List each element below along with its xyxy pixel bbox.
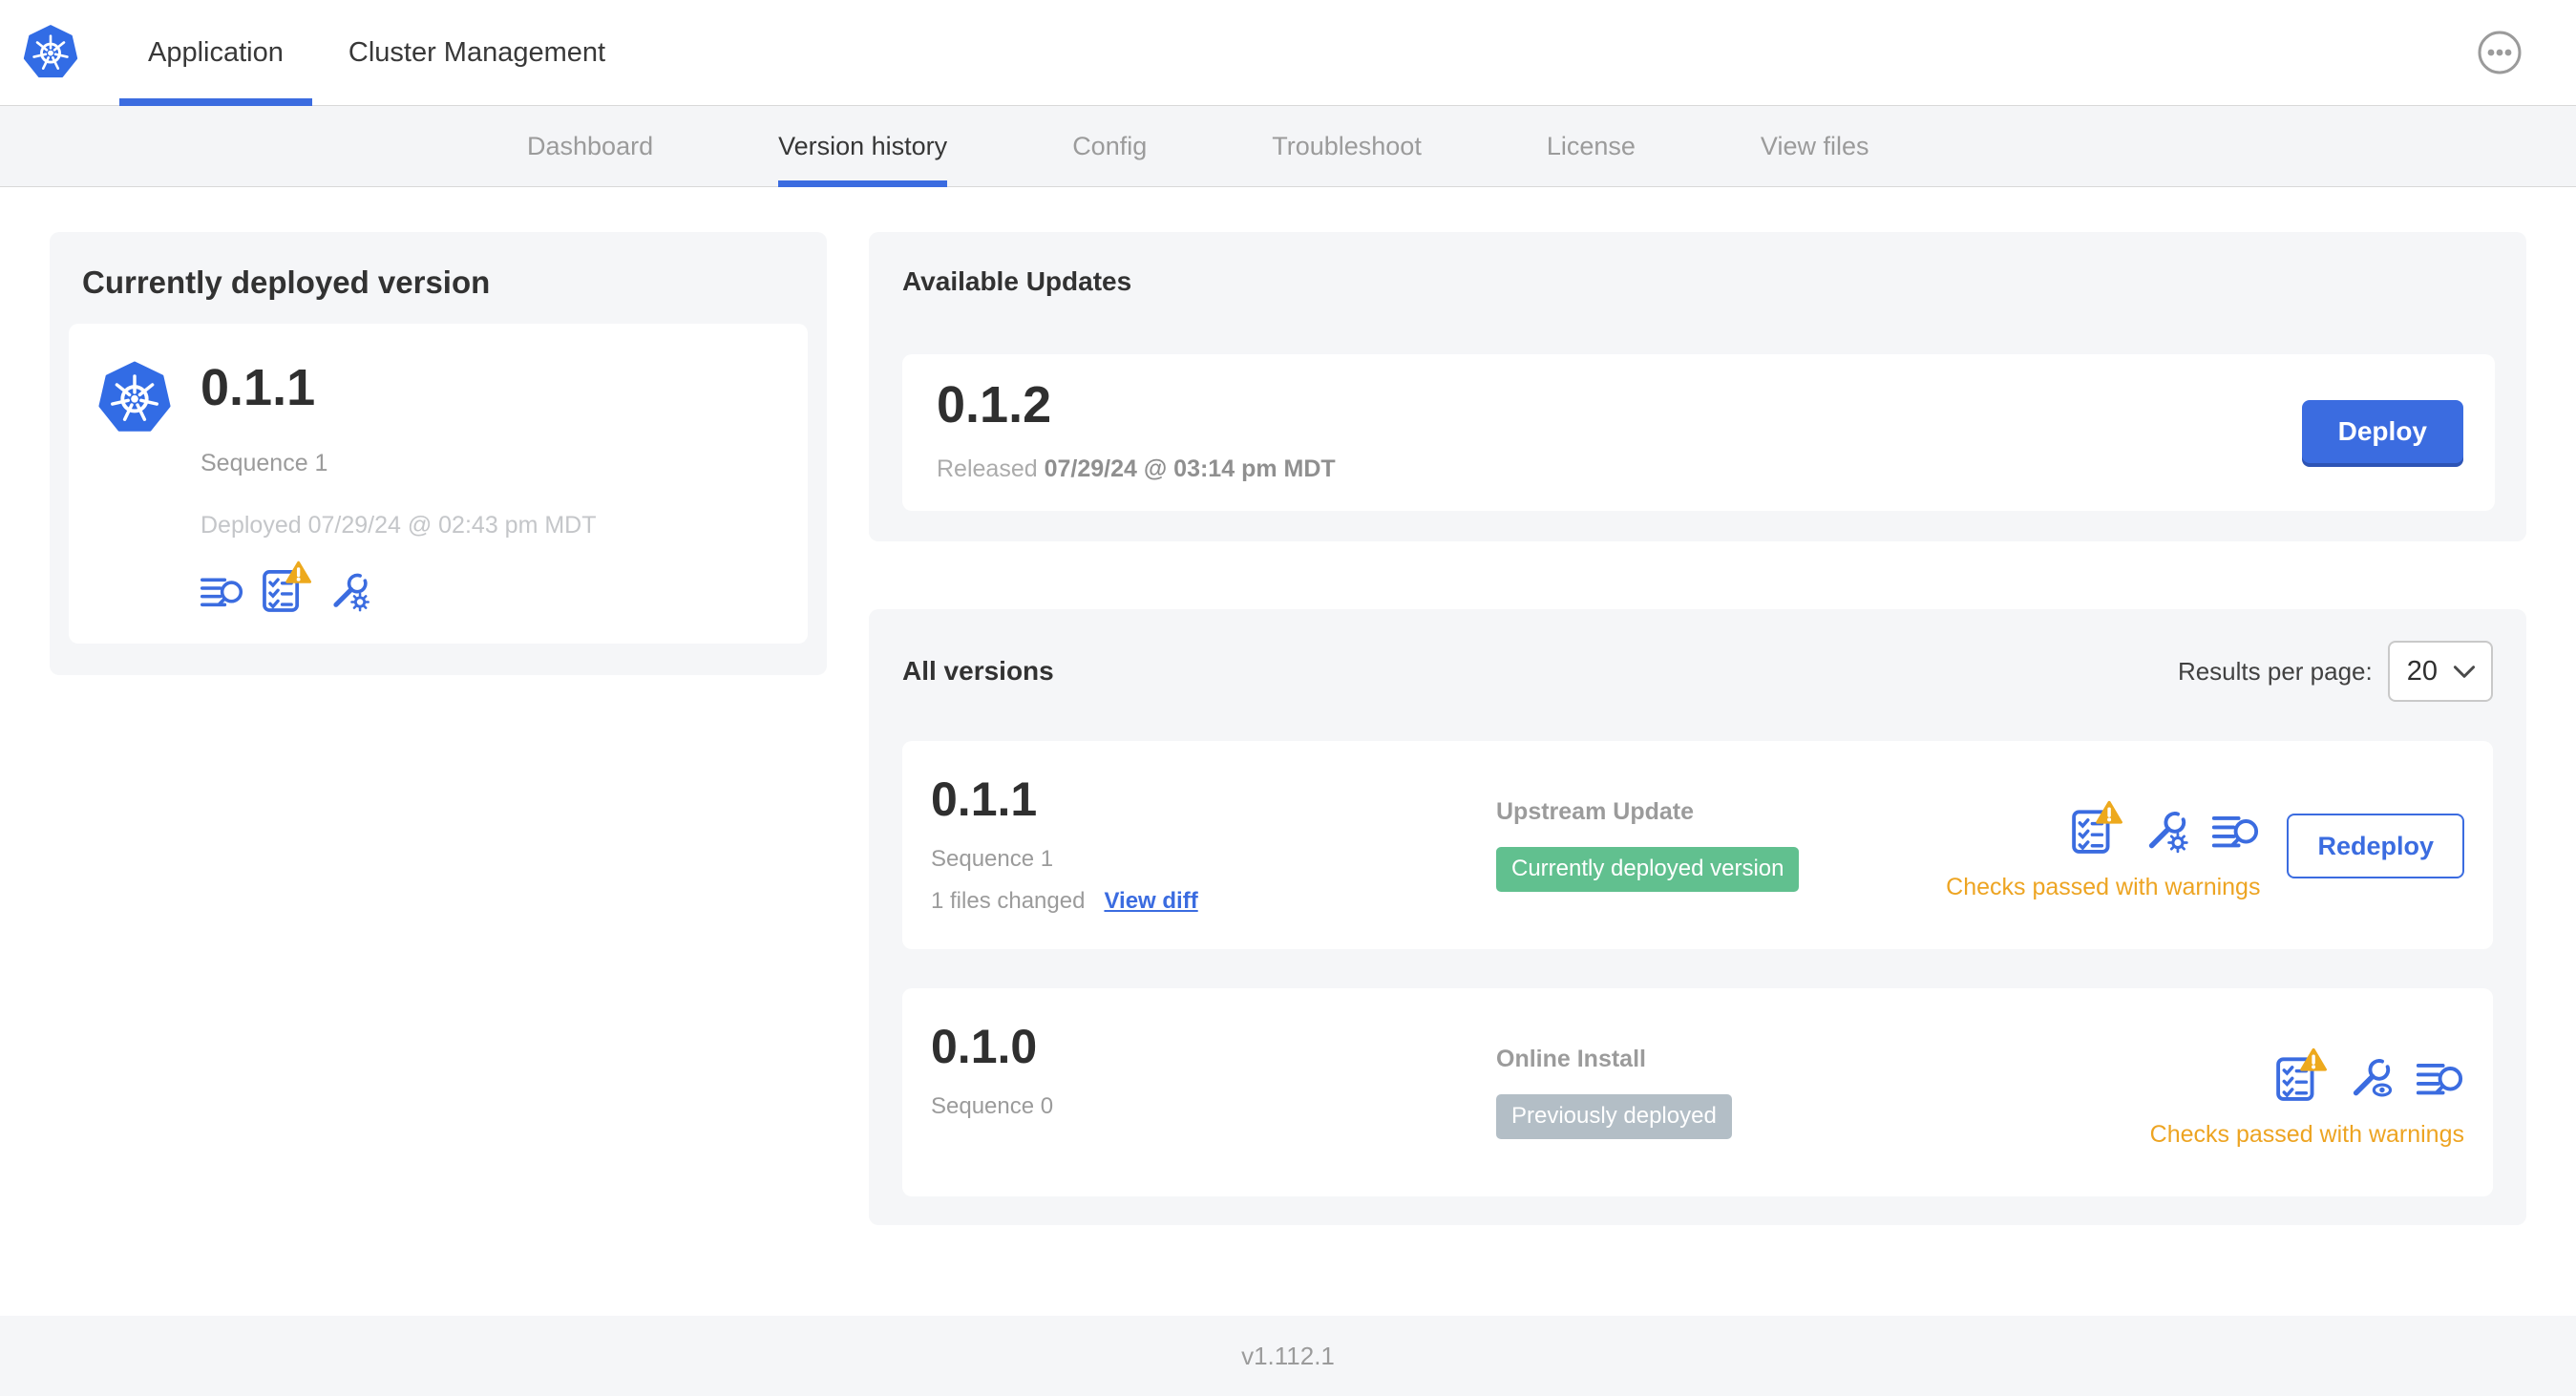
version-row-status: Checks passed with warnings — [2150, 1047, 2464, 1149]
row-version-number: 0.1.1 — [931, 772, 1038, 826]
tab-application-label: Application — [148, 36, 284, 68]
available-update-row: 0.1.2 Released 07/29/24 @ 03:14 pm MDT D… — [902, 354, 2495, 511]
view-diff-log-icon[interactable] — [2417, 1059, 2464, 1102]
source-label: Upstream Update — [1496, 798, 1694, 825]
source-label: Online Install — [1496, 1046, 1646, 1072]
currently-deployed-badge: Currently deployed version — [1496, 847, 1800, 892]
tab-config[interactable]: Config — [1072, 106, 1147, 186]
row-version-number: 0.1.0 — [931, 1020, 1038, 1073]
released-date: 07/29/24 @ 03:14 pm MDT — [1044, 455, 1336, 482]
tab-config-label: Config — [1072, 131, 1148, 160]
results-per-page-select[interactable]: 20 — [2387, 641, 2493, 702]
results-per-page-label: Results per page: — [2177, 656, 2373, 686]
tab-view-files[interactable]: View files — [1761, 106, 1869, 186]
results-per-page-value: 20 — [2406, 655, 2438, 687]
console-version: v1.112.1 — [1241, 1341, 1335, 1370]
tab-troubleshoot-label: Troubleshoot — [1272, 131, 1422, 160]
currently-deployed-version-card: 0.1.1 Sequence 1 Deployed 07/29/24 @ 02:… — [69, 324, 808, 644]
deploy-button[interactable]: Deploy — [2301, 399, 2463, 463]
tab-application[interactable]: Application — [119, 0, 312, 106]
version-row-icons — [2071, 800, 2260, 855]
tab-dashboard[interactable]: Dashboard — [527, 106, 653, 186]
tab-license[interactable]: License — [1547, 106, 1636, 186]
available-updates-card: Available Updates 0.1.2 Released 07/29/2… — [869, 232, 2526, 541]
checks-status-text: Checks passed with warnings — [2149, 1121, 2464, 1148]
currently-deployed-title: Currently deployed version — [82, 264, 491, 300]
view-diff-log-icon[interactable] — [2212, 812, 2260, 855]
version-row-actions: Checks passed with warnings — [2150, 1023, 2464, 1164]
preflight-checks-warning-icon[interactable] — [2275, 1047, 2327, 1102]
results-per-page: Results per page: 20 — [2178, 641, 2493, 702]
update-info: 0.1.2 Released 07/29/24 @ 03:14 pm MDT — [937, 379, 1336, 483]
left-column: Currently deployed version 0.1.1 Sequenc… — [50, 232, 827, 675]
app-header: Application Cluster Management — [0, 0, 2576, 106]
deployed-version-number: 0.1.1 — [201, 359, 316, 416]
header-tabs: Application Cluster Management — [119, 0, 642, 106]
version-row-source: Upstream Update Currently deployed versi… — [1496, 775, 1946, 917]
deployed-info: 0.1.1 Sequence 1 Deployed 07/29/24 @ 02:… — [201, 349, 597, 613]
tab-dashboard-label: Dashboard — [527, 131, 654, 160]
app-footer: v1.112.1 — [0, 1316, 2576, 1396]
tab-version-history[interactable]: Version history — [778, 106, 948, 187]
right-column: Available Updates 0.1.2 Released 07/29/2… — [869, 232, 2526, 1225]
all-versions-title: All versions — [902, 656, 1054, 686]
view-config-icon[interactable] — [2348, 1054, 2396, 1102]
tab-cluster-management[interactable]: Cluster Management — [320, 0, 634, 105]
deployed-actions — [201, 561, 597, 613]
version-row-info: 0.1.1 Sequence 1 1 files changed View di… — [931, 775, 1496, 917]
edit-config-icon[interactable] — [328, 569, 372, 613]
version-row-actions: Checks passed with warnings Redeploy — [1946, 775, 2464, 917]
edit-config-icon[interactable] — [2143, 807, 2191, 855]
row-sequence: Sequence 0 — [931, 1093, 1054, 1119]
version-row-info: 0.1.0 Sequence 0 — [931, 1023, 1496, 1164]
preflight-checks-warning-icon[interactable] — [262, 561, 311, 613]
redeploy-button[interactable]: Redeploy — [2287, 814, 2464, 878]
all-versions-card: All versions Results per page: 20 0.1.1 … — [869, 609, 2526, 1225]
previously-deployed-badge: Previously deployed — [1496, 1094, 1732, 1139]
tab-cluster-management-label: Cluster Management — [348, 36, 606, 68]
all-versions-header: All versions Results per page: 20 — [902, 641, 2493, 702]
checks-status-text: Checks passed with warnings — [1946, 874, 2261, 900]
deployed-sequence: Sequence 1 — [201, 450, 328, 476]
row-files-line: 1 files changed View diff — [931, 888, 1496, 915]
version-row-status: Checks passed with warnings — [1946, 800, 2260, 901]
currently-deployed-card: Currently deployed version 0.1.1 Sequenc… — [50, 232, 827, 675]
preflight-checks-warning-icon[interactable] — [2071, 800, 2123, 855]
released-prefix: Released — [937, 455, 1038, 482]
kubernetes-app-icon — [97, 360, 172, 436]
row-sequence: Sequence 1 — [931, 846, 1054, 872]
kubernetes-logo-icon — [23, 24, 78, 81]
chevron-down-icon — [2453, 664, 2476, 680]
page: Application Cluster Management Dashboard… — [0, 0, 2576, 1396]
subnav: Dashboard Version history Config Trouble… — [0, 106, 2576, 187]
version-row-source: Online Install Previously deployed — [1496, 1023, 2150, 1164]
files-changed-label: 1 files changed — [931, 888, 1086, 914]
update-version-number: 0.1.2 — [937, 376, 1052, 434]
tab-license-label: License — [1546, 131, 1636, 160]
ellipsis-menu-button[interactable] — [2477, 30, 2523, 75]
view-diff-link[interactable]: View diff — [1104, 888, 1197, 915]
version-row-0.1.0: 0.1.0 Sequence 0 Online Install Previous… — [902, 988, 2493, 1196]
view-diff-log-icon[interactable] — [201, 574, 244, 613]
version-row-icons — [2275, 1047, 2464, 1102]
deployed-timestamp: Deployed 07/29/24 @ 02:43 pm MDT — [201, 512, 597, 539]
main-content: Currently deployed version 0.1.1 Sequenc… — [0, 187, 2576, 1316]
tab-troubleshoot[interactable]: Troubleshoot — [1272, 106, 1422, 186]
available-updates-title: Available Updates — [902, 266, 1132, 296]
version-row-0.1.1: 0.1.1 Sequence 1 1 files changed View di… — [902, 741, 2493, 949]
header-right — [2477, 30, 2523, 75]
update-released-line: Released 07/29/24 @ 03:14 pm MDT — [937, 455, 1336, 483]
ellipsis-icon — [2477, 30, 2523, 75]
tab-view-files-label: View files — [1760, 131, 1869, 160]
tab-version-history-label: Version history — [778, 131, 948, 160]
